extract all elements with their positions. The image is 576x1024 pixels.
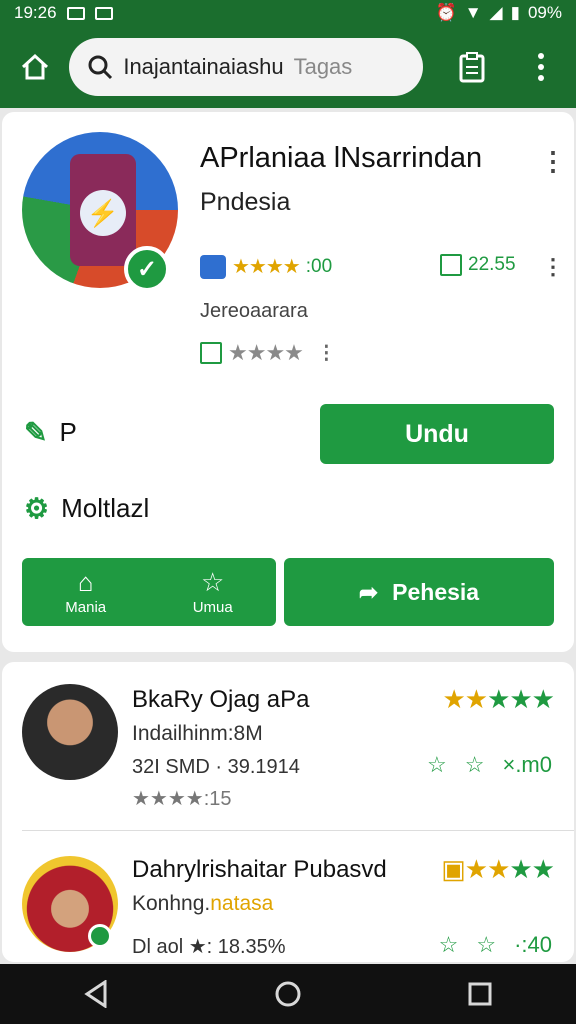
search-input[interactable]: Inajantainaiashu Tagas [69,38,424,96]
star-outline-icon[interactable]: ☆ [465,752,485,778]
app-title: APrlaniaa lNsarrindan [200,142,483,174]
system-nav-bar [0,964,576,1024]
avatar[interactable] [22,684,118,780]
star-outline-icon[interactable]: ☆ [427,752,447,778]
app-more-icon[interactable]: ⋮ [540,148,566,174]
recents-icon[interactable] [467,981,493,1007]
review-meta: 32I SMD · 39.1914 [132,756,300,778]
star-outline-icon[interactable]: ☆ [439,932,459,958]
media-icon [200,254,226,279]
rate-label: Umua [192,598,233,616]
size-icon [440,254,462,276]
app-detail-card: ⚡ ✓ APrlaniaa lNsarrindan ⋮ Pndesia ★★★★… [2,112,574,652]
rating-stars: ★★★★ [232,256,301,278]
review-rating-line: ★★★★:15 [132,788,232,810]
review-count: ·:40 [514,932,552,957]
search-hint: Tagas [293,54,353,79]
size-value: 22.55 [468,254,516,275]
clock: 19:26 [14,3,57,22]
star-outline-icon: ☆ [201,566,225,597]
review-subtitle: Indailhinm:8M [132,722,263,745]
library-icon: ⌂ [77,566,94,597]
notification-icon [94,6,113,20]
review-stars: ▣★★★★ [441,854,555,884]
search-icon [88,55,113,80]
app-subtitle: Pndesia [200,188,291,216]
share-icon: ➦ [358,578,379,605]
content-rating-stars: ★★★★ [228,340,304,365]
share-label: Pehesia [392,578,480,605]
home-icon[interactable] [14,45,55,89]
alarm-icon: ⏰ [435,3,457,22]
verified-check-icon: ✓ [124,246,170,292]
size-row: 22.55 [440,254,516,276]
back-icon[interactable] [83,980,109,1008]
review-subtitle-b: natasa [210,892,274,915]
library-button[interactable]: ⌂ Mania [65,569,106,616]
size-more-icon[interactable]: ⋮ [542,256,564,278]
install-button[interactable]: Undu [320,404,554,464]
review-count: ×.m0 [502,752,552,777]
gear-icon: ⚙ [24,493,50,524]
rating-value: :00 [305,255,333,277]
avatar-badge [88,924,112,948]
reviews-card: BkaRy Ojag aPa Indailhinm:8M 32I SMD · 3… [2,662,574,962]
lightning-icon: ⚡ [80,190,126,236]
review-author[interactable]: BkaRy Ojag aPa [132,686,309,714]
rate-button[interactable]: ☆ Umua [193,569,233,616]
divider [22,830,574,831]
review-actions: ☆ ☆ ×.m0 [427,752,552,778]
home-circle-icon[interactable] [274,980,302,1008]
permission-row[interactable]: ✎ P [24,416,77,449]
rating-row: ★★★★ :00 [200,254,332,279]
top-app-bar: Inajantainaiashu Tagas [0,26,576,108]
pencil-icon: ✎ [24,417,48,448]
clipboard-icon[interactable] [451,45,492,89]
content-rating-row: ★★★★ ⋮ [200,340,336,366]
review-subtitle-a: Konhng. [132,892,211,915]
share-button[interactable]: ➦ Pehesia [284,558,554,626]
battery-level: 09% [527,3,562,22]
permission-label: P [59,417,77,447]
wifi-icon: ▼ [464,3,482,22]
review-stars: ★★★★★ [442,684,555,714]
mode-label: Moltlazl [61,493,150,523]
more-icon[interactable] [521,45,562,89]
review-actions: ☆ ☆ ·:40 [439,932,552,958]
mail-icon [66,6,85,20]
action-button-group: ⌂ Mania ☆ Umua [22,558,276,626]
battery-icon: ▮ [510,3,520,22]
status-bar: 19:26 ⏰ ▼ ◢ ▮ 09% [0,0,576,26]
signal-icon: ◢ [489,3,503,22]
content-rating-more: ⋮ [316,342,336,364]
library-label: Mania [65,598,107,616]
review-meta: Dl aol ★: 18.35% [132,936,286,958]
content-rating-icon [200,342,222,364]
star-outline-icon[interactable]: ☆ [476,932,496,958]
mode-row[interactable]: ⚙ Moltlazl [24,492,149,525]
search-text: Inajantainaiashu [123,54,284,79]
review-author[interactable]: Dahrylrishaitar Pubasvd [132,856,387,884]
developer-name: Jereoaarara [200,300,308,322]
review-subtitle: Konhng.natasa [132,892,273,916]
